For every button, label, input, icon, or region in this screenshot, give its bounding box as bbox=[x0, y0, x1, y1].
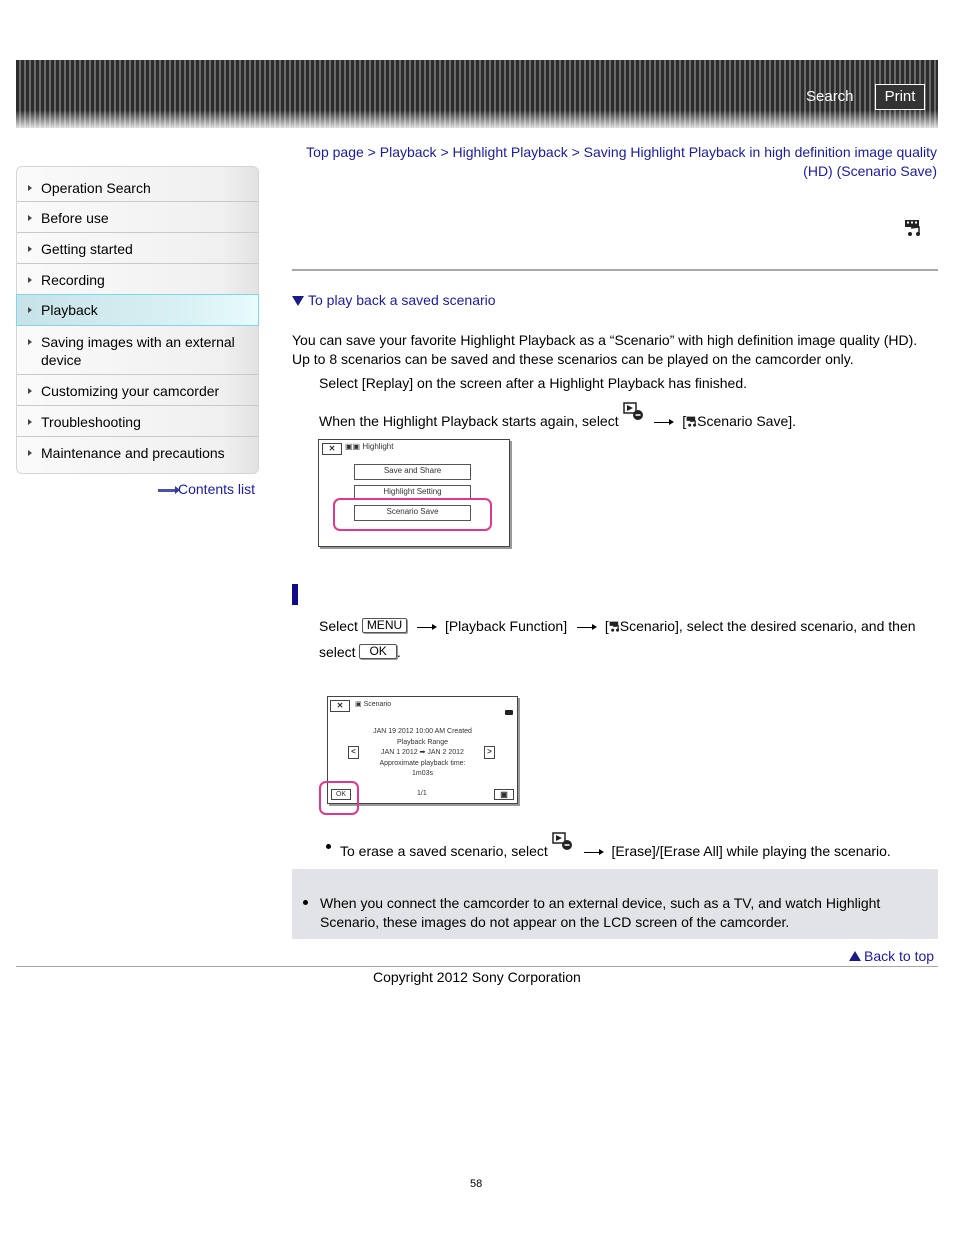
sidebar-item-troubleshooting[interactable]: Troubleshooting bbox=[17, 406, 258, 437]
intro-paragraph: You can save your favorite Highlight Pla… bbox=[292, 332, 918, 367]
sidebar-item-customizing[interactable]: Customizing your camcorder bbox=[17, 375, 258, 406]
save-and-share-button: Save and Share bbox=[354, 464, 471, 480]
breadcrumb-separator: > bbox=[367, 144, 376, 160]
copyright: Copyright 2012 Sony Corporation bbox=[373, 969, 581, 985]
sidebar-item-before-use[interactable]: Before use bbox=[17, 202, 258, 233]
scenario-screen-image: ✕ ▣ Scenario JAN 19 2012 10:00 AM Create… bbox=[319, 696, 518, 815]
next-button: > bbox=[484, 746, 495, 759]
erase-note: To erase a saved scenario, select [Erase… bbox=[326, 832, 891, 861]
playback-options-icon bbox=[551, 832, 572, 850]
arrow-right-icon bbox=[654, 419, 675, 424]
sidebar-item-getting-started[interactable]: Getting started bbox=[17, 233, 258, 264]
highlight-setting-button: Highlight Setting bbox=[354, 485, 471, 498]
scenario-icon bbox=[905, 220, 920, 236]
menu-button-glyph: MENU bbox=[361, 618, 408, 633]
section-heading-marker bbox=[292, 584, 298, 605]
note-text: When you connect the camcorder to an ext… bbox=[320, 895, 881, 930]
prev-button: < bbox=[348, 746, 359, 759]
close-button: ✕ bbox=[322, 443, 342, 455]
arrow-right-icon bbox=[158, 485, 180, 494]
section2-step-line1: Select MENU [Playback Function] [Scenari… bbox=[319, 618, 916, 634]
sidebar-item-saving-images[interactable]: Saving images with an external device bbox=[17, 326, 258, 375]
sidebar-item-recording[interactable]: Recording bbox=[17, 264, 258, 295]
sidebar-item-operation-search[interactable]: Operation Search bbox=[17, 167, 258, 202]
highlight-frame bbox=[333, 498, 492, 531]
arrow-right-icon bbox=[28, 307, 32, 313]
close-button: ✕ bbox=[330, 700, 350, 712]
step-2: When the Highlight Playback starts again… bbox=[319, 402, 796, 431]
page-indicator: 1/1 bbox=[417, 790, 427, 797]
arrow-right-icon bbox=[28, 388, 32, 394]
battery-icon bbox=[505, 710, 513, 715]
breadcrumb-playback[interactable]: Playback bbox=[380, 144, 437, 160]
sidebar-item-maintenance[interactable]: Maintenance and precautions bbox=[17, 437, 258, 473]
arrow-right-icon bbox=[28, 246, 32, 252]
triangle-down-icon bbox=[292, 296, 304, 306]
triangle-up-icon bbox=[849, 951, 861, 961]
bullet-icon bbox=[303, 900, 308, 905]
breadcrumb-separator: > bbox=[440, 144, 449, 160]
screen-title: ▣ Scenario bbox=[355, 701, 392, 708]
highlight-frame bbox=[319, 781, 359, 815]
arrow-right-icon bbox=[577, 624, 597, 629]
playback-options-icon: ▣ bbox=[494, 789, 514, 800]
bullet-icon bbox=[326, 844, 331, 849]
breadcrumb-current-page[interactable]: Saving Highlight Playback in high defini… bbox=[584, 144, 937, 179]
arrow-right-icon bbox=[28, 215, 32, 221]
breadcrumb-top-page[interactable]: Top page bbox=[306, 144, 364, 160]
breadcrumb-separator: > bbox=[571, 144, 580, 160]
sidebar-item-playback[interactable]: Playback bbox=[16, 294, 259, 326]
scenario-icon bbox=[686, 416, 697, 427]
note-box: When you connect the camcorder to an ext… bbox=[292, 869, 938, 939]
title-divider bbox=[292, 269, 938, 271]
page-number: 58 bbox=[470, 1178, 483, 1190]
contents-list-link[interactable]: Contents list bbox=[158, 481, 255, 497]
arrow-right-icon bbox=[583, 849, 604, 854]
step-1: Select [Replay] on the screen after a Hi… bbox=[319, 375, 748, 391]
header-banner bbox=[16, 60, 938, 128]
arrow-right-icon bbox=[28, 419, 32, 425]
print-button[interactable]: Print bbox=[875, 84, 925, 110]
arrow-right-icon bbox=[28, 339, 32, 345]
footer-divider bbox=[16, 966, 938, 967]
section2-step-line2: select OK. bbox=[319, 644, 401, 660]
arrow-right-icon bbox=[28, 450, 32, 456]
screen-title: ▣▣ Highlight bbox=[345, 442, 394, 451]
highlight-screen-image: ✕ ▣▣ Highlight Save and Share Highlight … bbox=[318, 439, 510, 547]
arrow-right-icon bbox=[417, 624, 438, 629]
back-to-top-link[interactable]: Back to top bbox=[849, 948, 934, 964]
section-link-play-back-scenario[interactable]: To play back a saved scenario bbox=[292, 292, 496, 308]
playback-options-icon bbox=[622, 402, 643, 420]
breadcrumb: Top page > Playback > Highlight Playback… bbox=[292, 143, 937, 181]
ok-button-glyph: OK bbox=[359, 644, 397, 659]
arrow-right-icon bbox=[28, 277, 32, 283]
sidebar-nav: Operation Search Before use Getting star… bbox=[16, 166, 259, 474]
breadcrumb-highlight-playback[interactable]: Highlight Playback bbox=[453, 144, 568, 160]
search-link[interactable]: Search bbox=[806, 88, 854, 105]
scenario-icon bbox=[609, 621, 619, 632]
arrow-right-icon bbox=[28, 185, 32, 191]
